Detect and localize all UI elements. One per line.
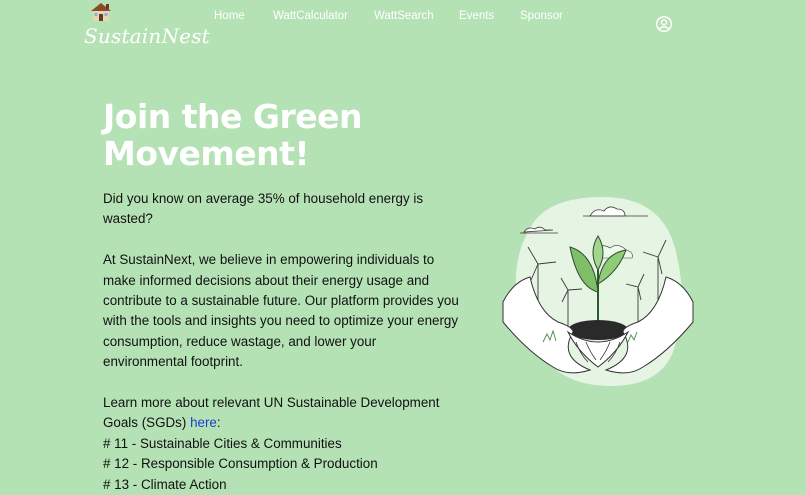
house-icon — [91, 3, 111, 21]
goal-item: # 11 - Sustainable Cities & Communities — [103, 435, 342, 451]
brand-name: SustainNest — [84, 24, 210, 48]
intro-text: Did you know on average 35% of household… — [103, 191, 424, 227]
sdg-intro-text: Learn more about relevant UN Sustainable… — [103, 395, 440, 431]
sdg-intro: Learn more about relevant UN Sustainable… — [103, 393, 463, 434]
about-text: At SustainNext, we believe in empowering… — [103, 252, 459, 370]
user-circle-icon[interactable] — [655, 15, 673, 33]
hands-holding-seedling-icon — [502, 197, 694, 387]
hero-content: Did you know on average 35% of household… — [103, 189, 463, 495]
goal-item: # 13 - Climate Action — [103, 476, 227, 492]
title-line-2: Movement! — [103, 134, 310, 173]
nav-wattcalculator[interactable]: WattCalculator — [273, 10, 348, 22]
page-title: Join the Green Movement! — [103, 97, 363, 173]
title-line-1: Join the Green — [103, 97, 363, 136]
nav-events[interactable]: Events — [459, 10, 494, 22]
goal-item: # 12 - Responsible Consumption & Product… — [103, 456, 378, 472]
sdg-link[interactable]: here — [190, 415, 217, 430]
nav-wattsearch[interactable]: WattSearch — [374, 10, 434, 22]
brand-logo[interactable]: SustainNest — [84, 2, 210, 50]
nav-home[interactable]: Home — [214, 10, 245, 22]
nav-sponsor[interactable]: Sponsor — [520, 10, 563, 22]
sdg-suffix: : — [216, 415, 221, 431]
